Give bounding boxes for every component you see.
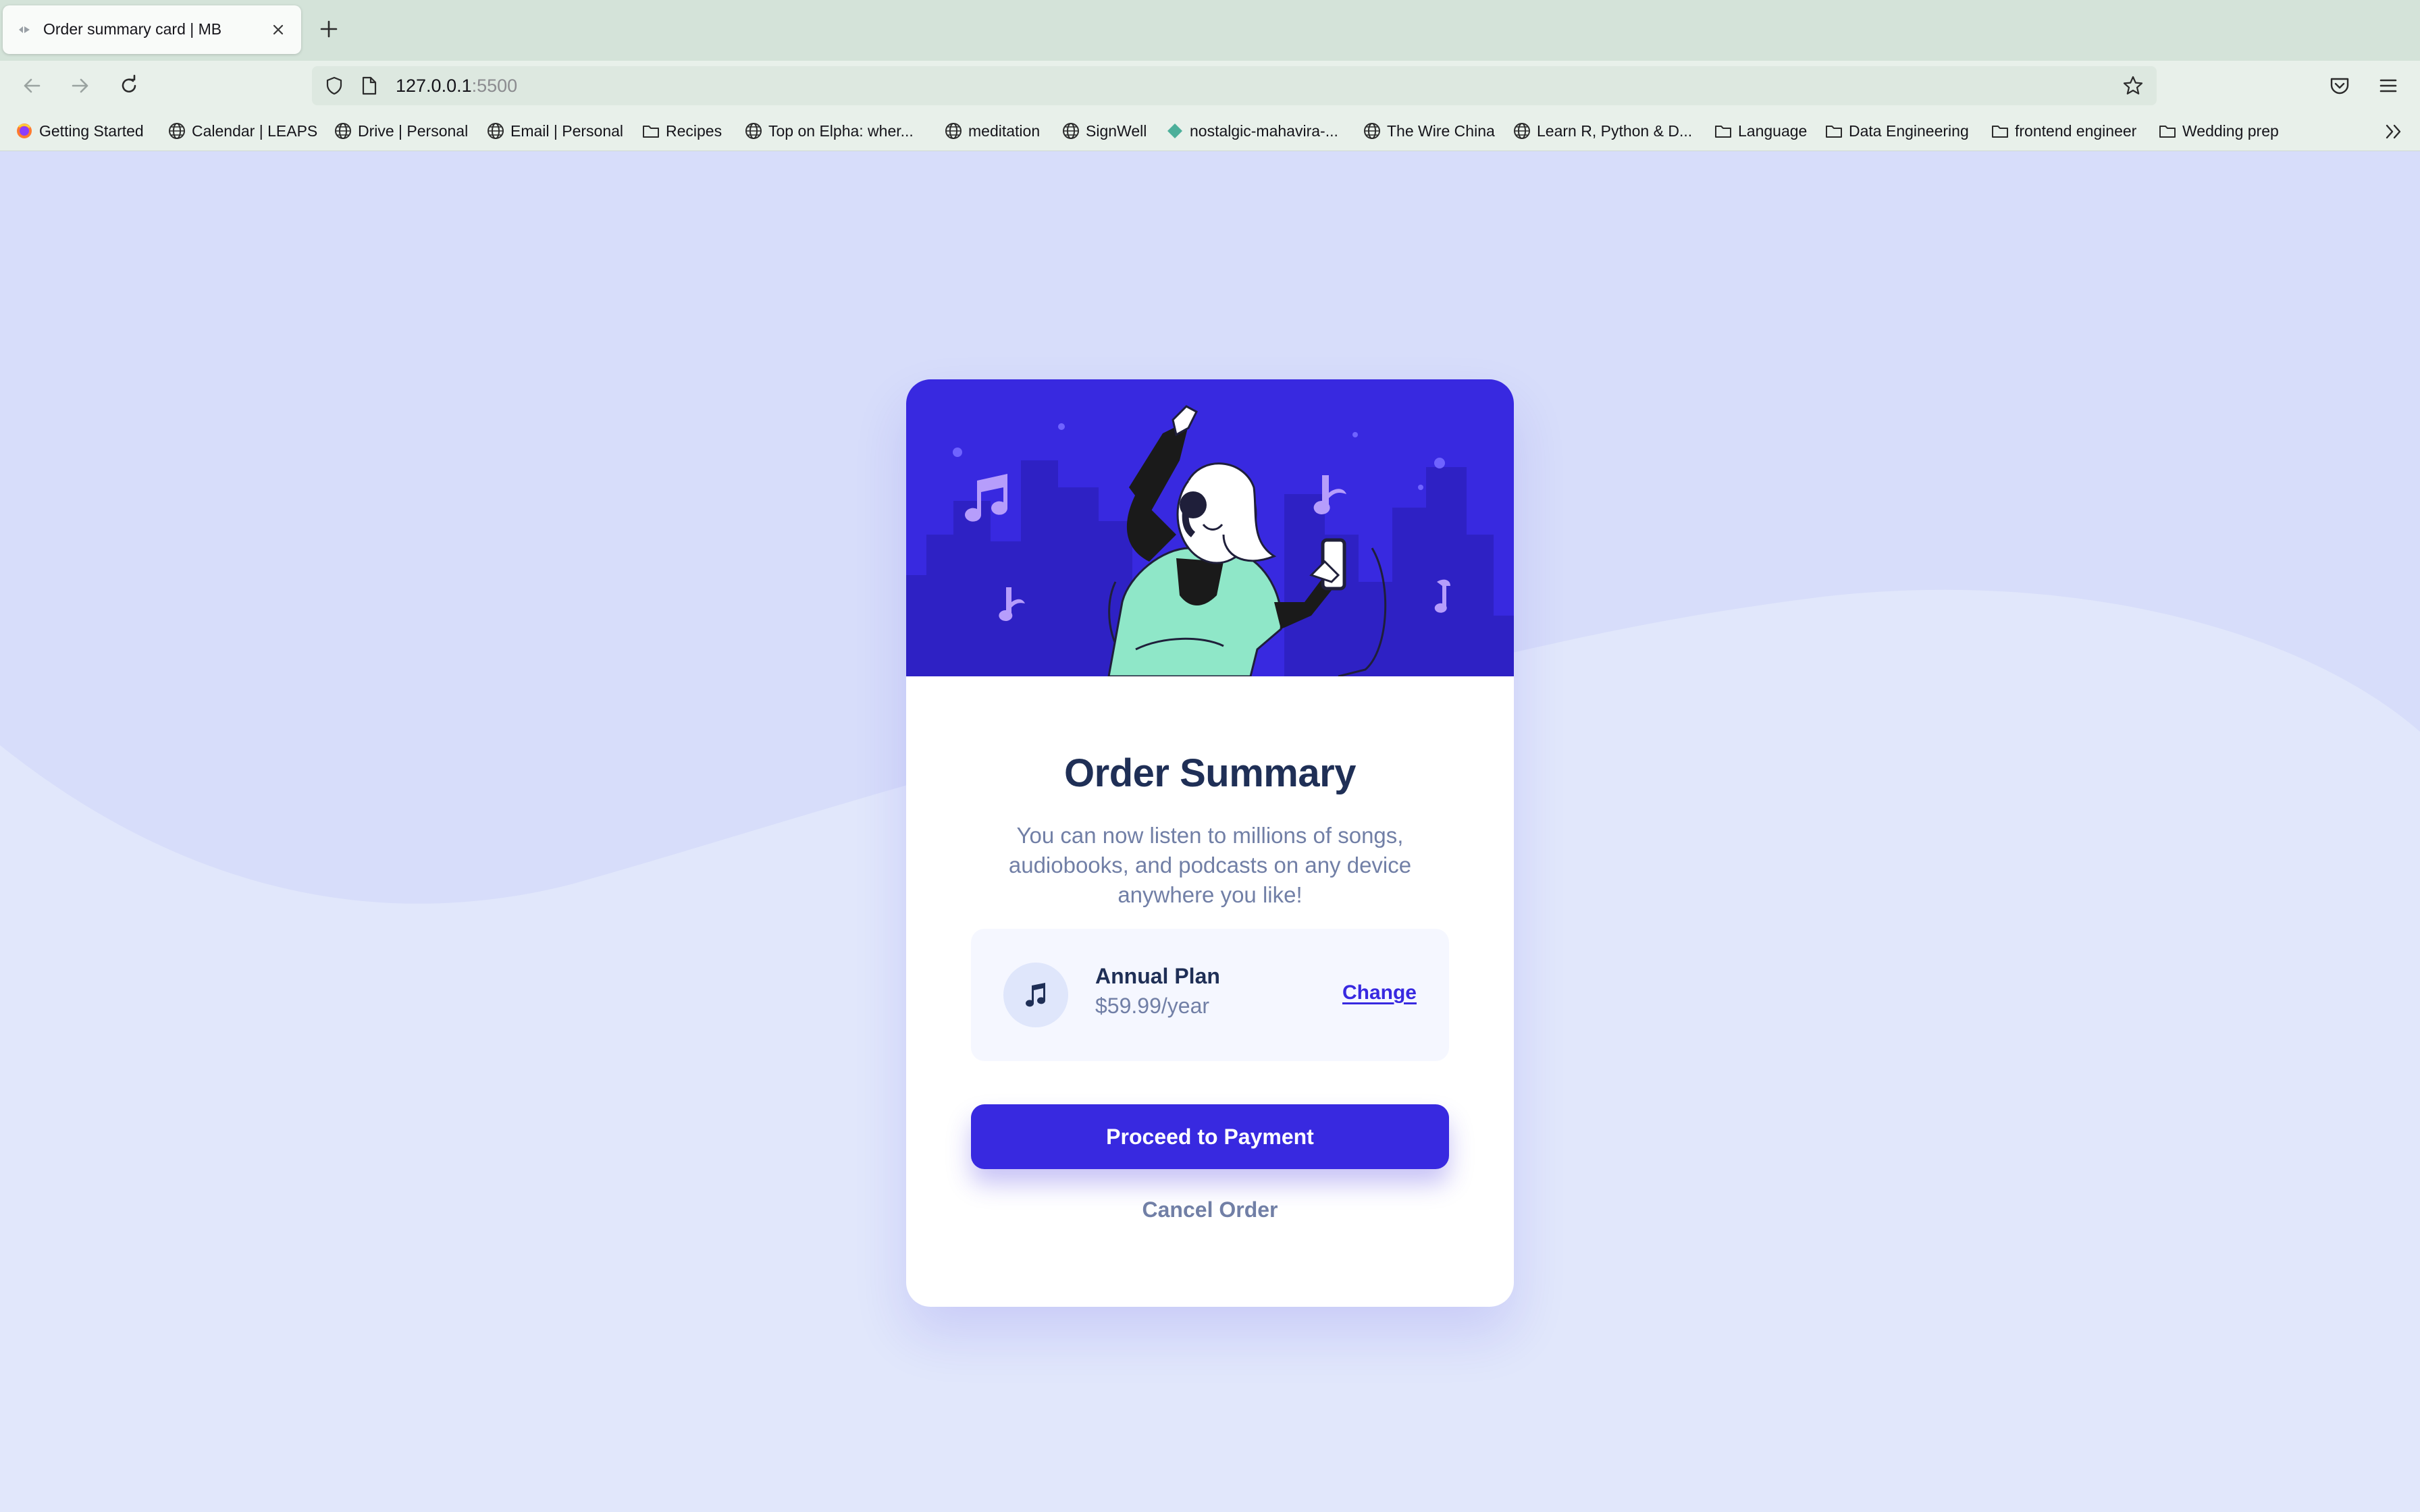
plan-name: Annual Plan [1095, 964, 1220, 988]
change-plan-link[interactable]: Change [1342, 981, 1417, 1004]
url-text[interactable]: 127.0.0.1:5500 [396, 76, 517, 97]
bookmark-item[interactable]: frontend engineer [1991, 120, 2136, 142]
globe-icon [945, 123, 962, 139]
globe-icon [1364, 123, 1380, 139]
bookmarks-toolbar: Getting Started Calendar | LEAPS Drive | P… [0, 111, 2420, 151]
folder-icon [1992, 126, 2008, 138]
bookmark-item[interactable]: SignWell [1061, 120, 1147, 142]
plan-price: $59.99/year [1095, 994, 1210, 1018]
bookmark-label: SignWell [1086, 122, 1147, 140]
globe-icon [1514, 123, 1530, 139]
bookmark-label: Data Engineering [1849, 122, 1969, 140]
bookmark-label: frontend engineer [2015, 122, 2137, 140]
url-host: 127.0.0.1 [396, 76, 472, 96]
browser-tab[interactable]: Order summary card | MB [3, 5, 301, 54]
globe-icon [488, 123, 504, 139]
cancel-order-button[interactable]: Cancel Order [971, 1188, 1449, 1231]
bookmark-item[interactable]: Top on Elpha: wher... [744, 120, 914, 142]
globe-icon [745, 123, 762, 139]
bookmark-item[interactable]: Email | Personal [486, 120, 623, 142]
firefox-icon [17, 124, 32, 138]
hero-illustration [906, 379, 1514, 676]
bookmark-item[interactable]: Learn R, Python & D... [1512, 120, 1692, 142]
more-bookmarks-icon[interactable] [2382, 122, 2405, 142]
bookmark-label: Email | Personal [510, 122, 624, 140]
globe-icon [1063, 123, 1079, 139]
folder-icon [1826, 126, 1842, 138]
bookmark-label: Calendar | LEAPS [192, 122, 318, 140]
bookmark-label: Drive | Personal [358, 122, 469, 140]
order-summary-card: Order Summary You can now listen to mill… [906, 379, 1514, 1307]
forward-icon[interactable] [68, 73, 93, 99]
tab-strip: Order summary card | MB [0, 0, 2420, 61]
proceed-to-payment-button[interactable]: Proceed to Payment [971, 1104, 1449, 1169]
globe-icon [335, 123, 351, 139]
bookmark-item[interactable]: Getting Started [15, 120, 144, 142]
bookmark-item[interactable]: Calendar | LEAPS [167, 120, 317, 142]
bookmark-label: Recipes [666, 122, 722, 140]
plan-summary: Annual Plan $59.99/year Change [971, 929, 1449, 1061]
bookmark-item[interactable]: The Wire China [1363, 120, 1495, 142]
bookmark-item[interactable]: Wedding prep [2158, 120, 2279, 142]
page-icon [362, 76, 377, 95]
reload-icon[interactable] [116, 73, 142, 99]
bookmark-star-icon[interactable] [2122, 74, 2145, 97]
address-bar[interactable]: 127.0.0.1:5500 [312, 66, 2157, 105]
folder-icon [1715, 126, 1731, 138]
globe-icon [169, 123, 185, 139]
bookmark-label: Language [1738, 122, 1808, 140]
music-note-icon [1026, 983, 1046, 1007]
bookmark-label: Wedding prep [2182, 122, 2279, 140]
new-tab-icon[interactable] [317, 18, 340, 40]
plan-icon-circle [1003, 963, 1068, 1027]
bookmark-label: Getting Started [39, 122, 144, 140]
back-icon[interactable] [19, 73, 45, 99]
menu-icon[interactable] [2375, 73, 2401, 99]
card-title: Order Summary [1064, 751, 1356, 795]
bookmark-item[interactable]: Language [1714, 120, 1807, 142]
url-port: :5500 [471, 76, 518, 96]
bookmark-label: nostalgic-mahavira-... [1190, 122, 1338, 140]
bookmark-label: The Wire China [1387, 122, 1495, 140]
bookmark-label: Learn R, Python & D... [1537, 122, 1693, 140]
folder-icon [643, 126, 659, 138]
folder-icon [2159, 126, 2176, 138]
pocket-icon[interactable] [2327, 73, 2352, 99]
close-tab-icon[interactable] [270, 22, 286, 38]
shield-icon[interactable] [324, 76, 344, 96]
bookmark-item[interactable]: Recipes [641, 120, 722, 142]
diamond-icon [1167, 124, 1182, 138]
card-description: You can now listen to millions of songs,… [1008, 823, 1412, 907]
bookmark-item[interactable]: nostalgic-mahavira-... [1165, 120, 1338, 142]
bookmark-item[interactable]: Data Engineering [1824, 120, 1969, 142]
navigation-bar: 127.0.0.1:5500 [0, 61, 2420, 111]
page-background: Order Summary You can now listen to mill… [0, 151, 2420, 1512]
bookmark-item[interactable]: Drive | Personal [334, 120, 468, 142]
tab-favicon-icon [19, 26, 30, 33]
bookmark-label: Top on Elpha: wher... [768, 122, 914, 140]
tab-title: Order summary card | MB [43, 20, 222, 38]
bookmark-item[interactable]: meditation [944, 120, 1040, 142]
bookmark-label: meditation [968, 122, 1041, 140]
